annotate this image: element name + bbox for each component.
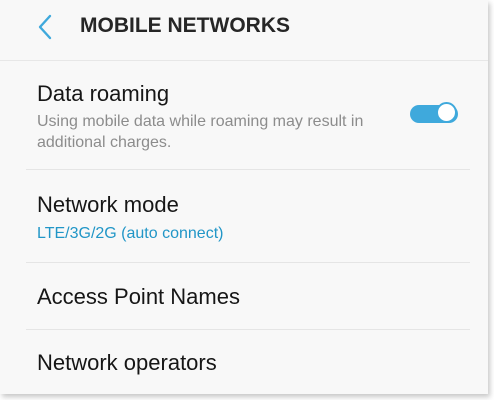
app-bar: MOBILE NETWORKS: [0, 0, 488, 61]
mobile-networks-screen: MOBILE NETWORKS Data roaming Using mobil…: [0, 0, 488, 394]
chevron-left-icon: [38, 14, 52, 40]
page-title: MOBILE NETWORKS: [80, 14, 290, 37]
network-mode-title: Network mode: [37, 192, 179, 217]
access-point-names-item[interactable]: Access Point Names: [0, 263, 488, 329]
data-roaming-toggle[interactable]: [410, 100, 460, 126]
back-button[interactable]: [28, 10, 62, 44]
network-operators-item[interactable]: Network operators: [0, 330, 488, 394]
toggle-thumb: [436, 102, 457, 123]
data-roaming-description: Using mobile data while roaming may resu…: [37, 113, 364, 151]
network-mode-item[interactable]: Network mode LTE/3G/2G (auto connect): [0, 170, 488, 262]
data-roaming-title: Data roaming: [37, 81, 170, 106]
network-mode-value: LTE/3G/2G (auto connect): [37, 225, 224, 242]
network-operators-title: Network operators: [37, 350, 217, 375]
access-point-names-title: Access Point Names: [37, 284, 240, 309]
